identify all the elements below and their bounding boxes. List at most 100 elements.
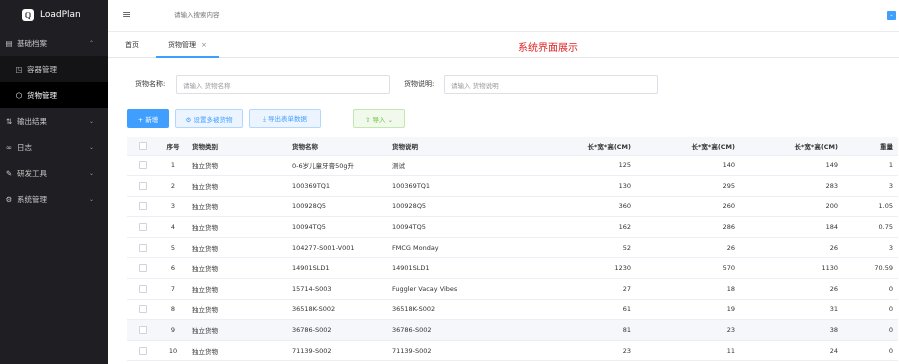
cargo-name-input[interactable]: 请输入 货物名称 bbox=[176, 75, 390, 94]
table-cell: 162 bbox=[533, 216, 636, 238]
table-cell: 295 bbox=[636, 175, 740, 197]
table-cell: 独立货物 bbox=[187, 278, 287, 300]
table-row[interactable]: 4 独立货物 10094TQ5 10094TQ5 162 286 184 0.75 bbox=[127, 216, 898, 238]
output-icon: ⇅ bbox=[5, 116, 13, 126]
table-cell: 18 bbox=[636, 278, 740, 300]
cargo-desc-input[interactable]: 请输入 货物说明 bbox=[444, 75, 658, 94]
table-cell: 0 bbox=[843, 340, 898, 362]
table-row[interactable]: 7 独立货物 15714-S003 Fuggler Vacay Vibes 27 18 26… bbox=[127, 278, 898, 300]
row-checkbox[interactable] bbox=[127, 155, 159, 177]
table-cell: 71139-S002 bbox=[287, 340, 387, 362]
checkbox-icon bbox=[139, 326, 147, 335]
close-icon[interactable]: × bbox=[201, 41, 207, 49]
table-row[interactable]: 3 独立货物 100928Q5 100928Q5 360 260 200 1.05 bbox=[127, 196, 898, 218]
column-header[interactable]: 货物说明 bbox=[387, 137, 533, 156]
table-cell: 0-6岁儿童牙膏50g升 bbox=[287, 155, 387, 177]
table-cell: Fuggler Vacay Vibes bbox=[387, 278, 533, 300]
table-cell: 1 bbox=[159, 155, 187, 177]
sidebar-item-container-management[interactable]: ◳ 容器管理 bbox=[0, 56, 108, 82]
sidebar-item-dev-tools[interactable]: ✎ 研发工具 ⌄ bbox=[0, 160, 108, 186]
menu-toggle-icon[interactable]: ≡ bbox=[122, 8, 131, 21]
checkbox-icon bbox=[139, 202, 147, 211]
dropdown-icon[interactable]: ⌄ bbox=[887, 11, 896, 20]
table-row[interactable]: 6 独立货物 14901SLD1 14901SLD1 1230 570 1130 70.59 bbox=[127, 257, 898, 280]
table-cell: 36786-S002 bbox=[387, 319, 533, 341]
row-checkbox[interactable] bbox=[127, 257, 159, 280]
table-row[interactable]: 8 独立货物 36518K-S002 36518K-S002 61 19 31 0 bbox=[127, 299, 898, 321]
chevron-down-icon: ⌄ bbox=[88, 195, 94, 203]
import-button[interactable]: ⇧ 导入 ⌄ bbox=[353, 109, 405, 128]
column-header[interactable]: 长*宽*高(CM) bbox=[533, 137, 636, 156]
table-row[interactable]: 10 独立货物 71139-S002 71139-S002 23 11 24 0 bbox=[127, 340, 898, 362]
table-cell: FMCG Monday bbox=[387, 237, 533, 259]
table-cell: 286 bbox=[636, 216, 740, 238]
table-cell: 15714-S003 bbox=[287, 278, 387, 300]
table-cell: 10094TQ5 bbox=[387, 216, 533, 238]
table-cell: 3 bbox=[159, 196, 187, 218]
table-cell: 10 bbox=[159, 340, 187, 362]
table-row[interactable]: 2 独立货物 100369TQ1 100369TQ1 130 295 283 3 bbox=[127, 175, 898, 197]
table-cell: 14901SLD1 bbox=[387, 257, 533, 280]
column-header[interactable]: 序号 bbox=[159, 137, 187, 156]
sidebar: ℚ LoadPlan ▤ 基础档案 ⌃ ◳ 容器管理 ⬡ 货物管理 ⇅ 输出结果… bbox=[0, 0, 108, 364]
row-checkbox[interactable] bbox=[127, 340, 159, 362]
column-header[interactable]: 长*宽*高(CM) bbox=[740, 137, 843, 156]
table-cell: 184 bbox=[740, 216, 843, 238]
column-header[interactable]: 重量 bbox=[843, 137, 898, 156]
sidebar-item-output-results[interactable]: ⇅ 输出结果 ⌄ bbox=[0, 108, 108, 134]
table-cell: 52 bbox=[533, 237, 636, 259]
sidebar-item-basic-archives[interactable]: ▤ 基础档案 ⌃ bbox=[0, 30, 108, 56]
table-cell: 独立货物 bbox=[187, 237, 287, 259]
checkbox-icon bbox=[139, 141, 147, 150]
cargo-desc-label: 货物说明: bbox=[404, 80, 435, 88]
table-cell: 3 bbox=[843, 175, 898, 197]
logo-icon: ℚ bbox=[22, 9, 34, 21]
table-cell: 独立货物 bbox=[187, 299, 287, 321]
table-row[interactable]: 5 独立货物 104277-S001-V001 FMCG Monday 52 26 26 3 bbox=[127, 237, 898, 259]
sidebar-item-cargo-management[interactable]: ⬡ 货物管理 bbox=[0, 82, 108, 108]
tab-cargo-management[interactable]: 货物管理 × bbox=[156, 32, 219, 58]
row-checkbox[interactable] bbox=[127, 299, 159, 321]
row-checkbox[interactable] bbox=[127, 237, 159, 259]
table-cell: 100928Q5 bbox=[387, 196, 533, 218]
global-search-input[interactable] bbox=[174, 11, 324, 19]
table-cell: 36518K-S002 bbox=[287, 299, 387, 321]
add-button[interactable]: + 新增 bbox=[127, 109, 169, 128]
table-cell: 独立货物 bbox=[187, 257, 287, 280]
tab-home[interactable]: 首页 bbox=[125, 32, 139, 58]
checkbox-icon bbox=[139, 346, 147, 355]
app-logo[interactable]: ℚ LoadPlan bbox=[0, 0, 108, 30]
gear-icon: ⚙ bbox=[5, 194, 13, 204]
table-cell: 2 bbox=[159, 175, 187, 197]
table-row[interactable]: 1 独立货物 0-6岁儿童牙膏50g升 测试 125 140 149 1 bbox=[127, 155, 898, 177]
sidebar-item-label: 基础档案 bbox=[17, 38, 47, 48]
log-icon: ∞ bbox=[5, 142, 13, 152]
row-checkbox[interactable] bbox=[127, 175, 159, 197]
main-content: 货物名称: 请输入 货物名称 货物说明: 请输入 货物说明 + 新增 ⚙ 设置多… bbox=[108, 58, 899, 364]
table-cell: 100369TQ1 bbox=[387, 175, 533, 197]
table-cell: 1 bbox=[843, 155, 898, 177]
table-header-row: 序号 货物类别 货物名称 货物说明 长*宽*高(CM) 长*宽*高(CM) 长*… bbox=[127, 137, 898, 156]
column-header[interactable]: 长*宽*高(CM) bbox=[636, 137, 740, 156]
app-name: LoadPlan bbox=[40, 10, 81, 20]
row-checkbox[interactable] bbox=[127, 196, 159, 218]
chevron-down-icon: ⌄ bbox=[88, 143, 94, 151]
set-multi-cargo-button[interactable]: ⚙ 设置多被货物 bbox=[175, 109, 243, 128]
table-cell: 独立货物 bbox=[187, 196, 287, 218]
table-cell: 19 bbox=[636, 299, 740, 321]
row-checkbox[interactable] bbox=[127, 278, 159, 300]
column-header[interactable]: 货物类别 bbox=[187, 137, 287, 156]
select-all-checkbox[interactable] bbox=[127, 137, 159, 156]
row-checkbox[interactable] bbox=[127, 319, 159, 341]
table-cell: 独立货物 bbox=[187, 319, 287, 341]
table-cell: 1.05 bbox=[843, 196, 898, 218]
row-checkbox[interactable] bbox=[127, 216, 159, 238]
export-button[interactable]: ⤓ 导出表单数据 bbox=[249, 109, 321, 128]
table-cell: 14901SLD1 bbox=[287, 257, 387, 280]
table-cell: 独立货物 bbox=[187, 340, 287, 362]
table-row[interactable]: 9 独立货物 36786-S002 36786-S002 81 23 38 0 bbox=[127, 319, 898, 341]
sidebar-item-logs[interactable]: ∞ 日志 ⌄ bbox=[0, 134, 108, 160]
column-header[interactable]: 货物名称 bbox=[287, 137, 387, 156]
sidebar-item-system-management[interactable]: ⚙ 系统管理 ⌄ bbox=[0, 186, 108, 212]
sidebar-item-label: 货物管理 bbox=[27, 90, 57, 100]
